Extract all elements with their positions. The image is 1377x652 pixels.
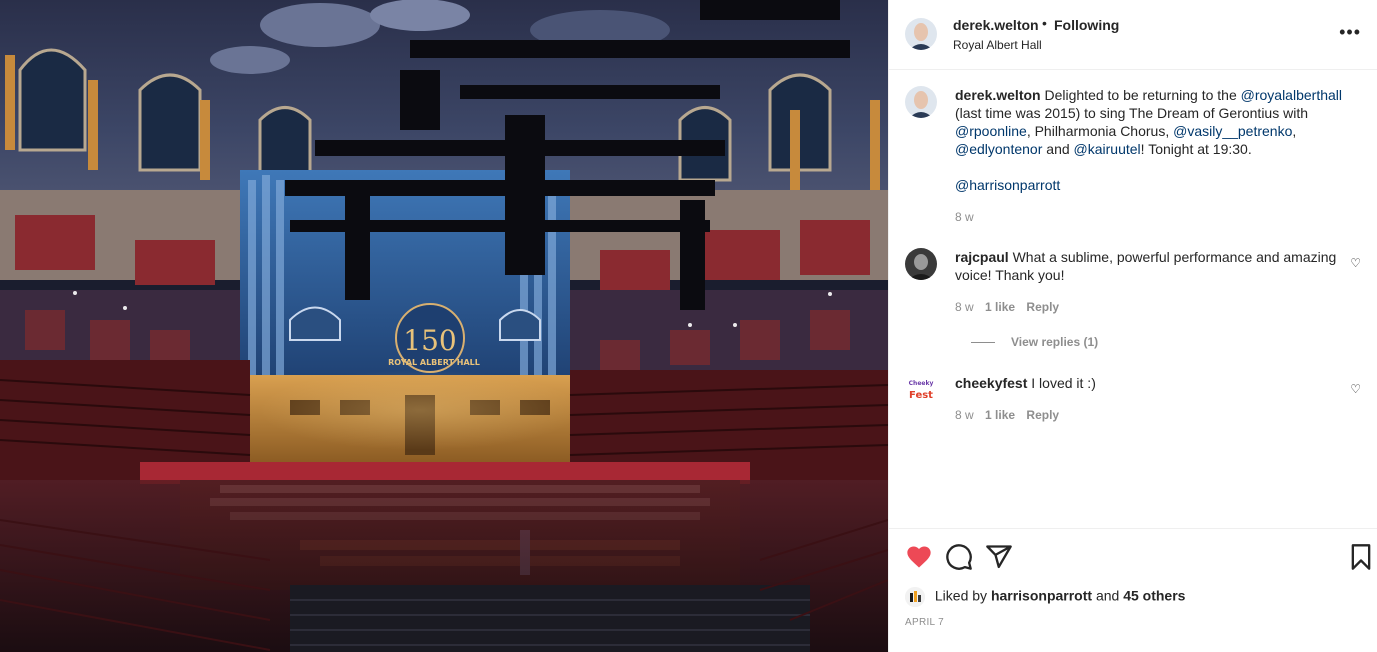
cheekyfest-logo-text-2: Fest (909, 390, 933, 401)
view-replies-button[interactable]: View replies (1) (971, 335, 1098, 349)
likes-count-button[interactable]: 45 others (1123, 588, 1185, 604)
comment-text: rajcpaul What a sublime, powerful perfor… (955, 248, 1345, 284)
caption-text-1: Delighted to be returning to the (1044, 87, 1237, 103)
post-header: derek.welton • Following Royal Albert Ha… (889, 0, 1377, 70)
mention-royalalberthall[interactable]: @royalalberthall (1241, 87, 1342, 103)
replies-divider (971, 342, 995, 344)
following-button[interactable]: Following (1054, 17, 1119, 33)
caption-time[interactable]: 8 w (955, 210, 974, 224)
view-replies-label: View replies (1) (1011, 335, 1099, 349)
sign-150: 150 (403, 324, 456, 357)
concert-hall-photo: 150 ROYAL ALBERT HALL (0, 0, 888, 652)
mention-edlyontenor[interactable]: @edlyontenor (955, 141, 1042, 157)
comment-likes[interactable]: 1 like (985, 408, 1015, 422)
comment-like-icon[interactable]: ♡ (1350, 256, 1361, 270)
author-avatar[interactable] (905, 18, 937, 50)
location-link[interactable]: Royal Albert Hall (953, 38, 1042, 52)
caption-text: derek.welton Delighted to be returning t… (955, 86, 1345, 194)
caption-text-6: ! Tonight at 19:30. (1140, 141, 1252, 157)
liker-avatar[interactable] (905, 587, 925, 607)
comments-section[interactable]: derek.welton Delighted to be returning t… (889, 70, 1377, 528)
comment-like-icon[interactable]: ♡ (1350, 382, 1361, 396)
comment-reply-button[interactable]: Reply (1026, 300, 1059, 314)
caption-username[interactable]: derek.welton (955, 87, 1041, 103)
post-actions: Liked by harrisonparrott and 45 others A… (889, 528, 1377, 652)
mention-rpoonline[interactable]: @rpoonline (955, 123, 1027, 139)
mention-kairuutel[interactable]: @kairuutel (1074, 141, 1141, 157)
comment-icon[interactable] (945, 543, 973, 571)
comment-meta: 8 w 1 like Reply (955, 300, 1059, 314)
commenter-avatar[interactable]: Cheeky Fest (905, 374, 937, 406)
caption-text-2: (last time was 2015) to sing The Dream o… (955, 105, 1309, 121)
comment-time[interactable]: 8 w (955, 300, 974, 314)
post-date[interactable]: APRIL 7 (905, 617, 944, 628)
comment-body: I loved it :) (1031, 375, 1096, 391)
caption-text-4: , (1292, 123, 1297, 139)
cheekyfest-logo-text-1: Cheeky (909, 380, 934, 387)
share-icon[interactable] (985, 543, 1013, 571)
comment-time[interactable]: 8 w (955, 408, 974, 422)
mention-vasily-petrenko[interactable]: @vasily__petrenko (1173, 123, 1292, 139)
comment-text: cheekyfest I loved it :) (955, 374, 1345, 392)
bookmark-icon[interactable] (1347, 543, 1375, 571)
caption-text-3: , Philharmonia Chorus, (1026, 123, 1170, 139)
commenter-avatar[interactable] (905, 248, 937, 280)
caption-text-5: and (1046, 141, 1070, 157)
liked-by-prefix: Liked by (934, 587, 988, 604)
separator-dot: • (1042, 15, 1047, 31)
commenter-username[interactable]: rajcpaul (955, 249, 1009, 265)
commenter-username[interactable]: cheekyfest (955, 375, 1027, 391)
mention-harrisonparrott[interactable]: @harrisonparrott (955, 177, 1060, 193)
liked-by: Liked by harrisonparrott and 45 others (905, 587, 1185, 607)
more-options-icon[interactable]: ••• (1339, 23, 1361, 41)
liker-username[interactable]: harrisonparrott (991, 588, 1092, 604)
author-username[interactable]: derek.welton (953, 17, 1039, 33)
caption-avatar[interactable] (905, 86, 937, 118)
post-sidebar: derek.welton • Following Royal Albert Ha… (888, 0, 1377, 652)
post-photo[interactable]: 150 ROYAL ALBERT HALL (0, 0, 888, 652)
heart-icon[interactable] (905, 543, 933, 571)
liked-by-and: and (1095, 587, 1120, 604)
comment-body: What a sublime, powerful performance and… (955, 249, 1337, 283)
comment-meta: 8 w 1 like Reply (955, 408, 1059, 422)
comment-likes[interactable]: 1 like (985, 300, 1015, 314)
sign-royal-albert-hall: ROYAL ALBERT HALL (388, 358, 480, 367)
comment-reply-button[interactable]: Reply (1026, 408, 1059, 422)
post-container: 150 ROYAL ALBERT HALL derek.welton • Fol… (0, 0, 1377, 652)
